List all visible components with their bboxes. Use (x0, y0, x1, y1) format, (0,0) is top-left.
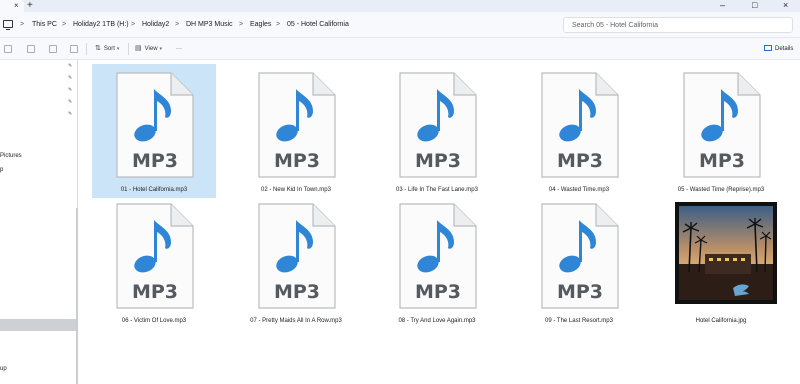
file-item[interactable]: MP3 04 - Wasted Time.mp3 (517, 64, 641, 198)
nav-scrollbar[interactable] (76, 208, 78, 384)
mp3-file-icon: MP3 (116, 72, 194, 178)
nav-item-selected[interactable] (0, 319, 76, 331)
new-tab-button[interactable]: + (27, 0, 33, 11)
file-name: 07 - Pretty Maids All In A Row.mp3 (250, 318, 342, 324)
details-button[interactable]: Details (764, 44, 793, 54)
file-name: 08 - Try And Love Again.mp3 (398, 318, 476, 324)
mp3-label: MP3 (415, 281, 461, 303)
sort-icon: ⇅ (95, 45, 101, 52)
file-name: 09 - The Last Resort.mp3 (545, 318, 613, 324)
sort-label: Sort (103, 46, 115, 52)
nav-item[interactable]: p (0, 166, 3, 174)
file-item[interactable]: MP3 03 - Life In The Fast Lane.mp3 (375, 64, 499, 198)
breadcrumb-hotel-california[interactable]: 05 - Hotel California (287, 20, 349, 30)
tab-strip: × + – □ × (0, 0, 800, 12)
paste-icon[interactable] (27, 45, 35, 53)
breadcrumb-separator[interactable]: > (175, 20, 179, 30)
breadcrumb-separator[interactable]: > (62, 20, 66, 30)
pin-icon[interactable]: ✎ (68, 99, 72, 105)
breadcrumb-this-pc[interactable]: This PC (32, 20, 57, 30)
breadcrumb-eagles[interactable]: Eagles (250, 20, 271, 30)
mp3-file-icon: MP3 (541, 72, 619, 178)
sort-button[interactable]: ⇅ Sort ▾ (95, 44, 119, 54)
mp3-file-icon: MP3 (683, 72, 761, 178)
breadcrumb-separator[interactable]: > (131, 20, 135, 30)
search-input[interactable]: Search 05 - Hotel California (563, 17, 793, 33)
mp3-file-icon: MP3 (258, 72, 336, 178)
file-name: 05 - Wasted Time (Reprise).mp3 (677, 187, 765, 193)
file-name: 02 - New Kid In Town.mp3 (261, 187, 331, 193)
share-icon[interactable] (49, 45, 57, 53)
file-name: Hotel California.jpg (695, 318, 747, 324)
chevron-down-icon: ▾ (116, 46, 120, 52)
pin-icon[interactable]: ✎ (68, 111, 72, 117)
breadcrumb-dh-mp3-music[interactable]: DH MP3 Music (186, 20, 233, 30)
mp3-label: MP3 (415, 150, 461, 172)
album-cover-image (675, 202, 777, 304)
command-bar: ⇅ Sort ▾ ▤ View ▾ ··· Details (0, 38, 800, 60)
mp3-label: MP3 (274, 281, 320, 303)
toolbar-divider (86, 43, 87, 55)
explorer-tab[interactable]: × (0, 0, 24, 12)
file-name: 04 - Wasted Time.mp3 (548, 187, 610, 193)
file-item[interactable]: MP3 02 - New Kid In Town.mp3 (234, 64, 358, 198)
details-label: Details (775, 46, 794, 52)
maximize-button[interactable]: □ (752, 0, 757, 10)
breadcrumb-holiday2[interactable]: Holiday2 (142, 20, 169, 30)
file-name: 03 - Life In The Fast Lane.mp3 (396, 187, 478, 193)
address-bar-row: > This PC > Holiday2 1TB (H:) > Holiday2… (0, 12, 800, 38)
mp3-label: MP3 (274, 150, 320, 172)
file-name: 01 - Hotel California.mp3 (120, 187, 188, 193)
mp3-label: MP3 (557, 281, 603, 303)
breadcrumb-drive[interactable]: Holiday2 1TB (H:) (73, 20, 129, 30)
tab-close-icon[interactable]: × (14, 0, 19, 11)
delete-icon[interactable] (70, 45, 78, 53)
mp3-label: MP3 (132, 150, 178, 172)
mp3-file-icon: MP3 (399, 203, 477, 309)
more-options-button[interactable]: ··· (176, 44, 182, 54)
file-item[interactable]: MP3 09 - The Last Resort.mp3 (517, 195, 641, 329)
file-item[interactable]: MP3 01 - Hotel California.mp3 (92, 64, 216, 198)
chevron-down-icon: ▾ (159, 46, 163, 52)
mp3-file-icon: MP3 (258, 203, 336, 309)
file-item[interactable]: MP3 05 - Wasted Time (Reprise).mp3 (659, 64, 783, 198)
details-pane-icon (764, 45, 772, 51)
nav-item-pictures[interactable]: Pictures (0, 152, 22, 160)
navigation-pane: ✎ ✎ ✎ ✎ ✎ Pictures p up (0, 60, 78, 384)
mp3-label: MP3 (132, 281, 178, 303)
file-item[interactable]: MP3 07 - Pretty Maids All In A Row.mp3 (234, 195, 358, 329)
pin-icon[interactable]: ✎ (68, 87, 72, 93)
view-label: View (144, 46, 158, 52)
toolbar-divider (128, 43, 129, 55)
file-view: MP3 01 - Hotel California.mp3 MP3 02 - N… (79, 60, 800, 384)
this-pc-icon[interactable] (3, 20, 13, 30)
pin-icon[interactable]: ✎ (68, 63, 72, 69)
file-item[interactable]: Hotel California.jpg (659, 195, 783, 329)
breadcrumb-separator[interactable]: > (239, 20, 243, 30)
minimize-button[interactable]: – (720, 0, 725, 10)
view-button[interactable]: ▤ View ▾ (135, 44, 162, 54)
file-item[interactable]: MP3 08 - Try And Love Again.mp3 (375, 195, 499, 329)
pin-icon[interactable]: ✎ (68, 75, 72, 81)
mp3-file-icon: MP3 (541, 203, 619, 309)
mp3-label: MP3 (699, 150, 745, 172)
breadcrumb-separator[interactable]: > (20, 20, 24, 30)
mp3-label: MP3 (557, 150, 603, 172)
nav-item[interactable]: up (0, 365, 7, 373)
close-window-button[interactable]: × (783, 0, 788, 10)
view-icon: ▤ (135, 45, 142, 52)
file-item[interactable]: MP3 06 - Victim Of Love.mp3 (92, 195, 216, 329)
copy-icon[interactable] (4, 45, 12, 53)
search-placeholder: Search 05 - Hotel California (572, 22, 658, 29)
mp3-file-icon: MP3 (399, 72, 477, 178)
mp3-file-icon: MP3 (116, 203, 194, 309)
file-name: 06 - Victim Of Love.mp3 (121, 318, 187, 324)
breadcrumb-separator[interactable]: > (276, 20, 280, 30)
